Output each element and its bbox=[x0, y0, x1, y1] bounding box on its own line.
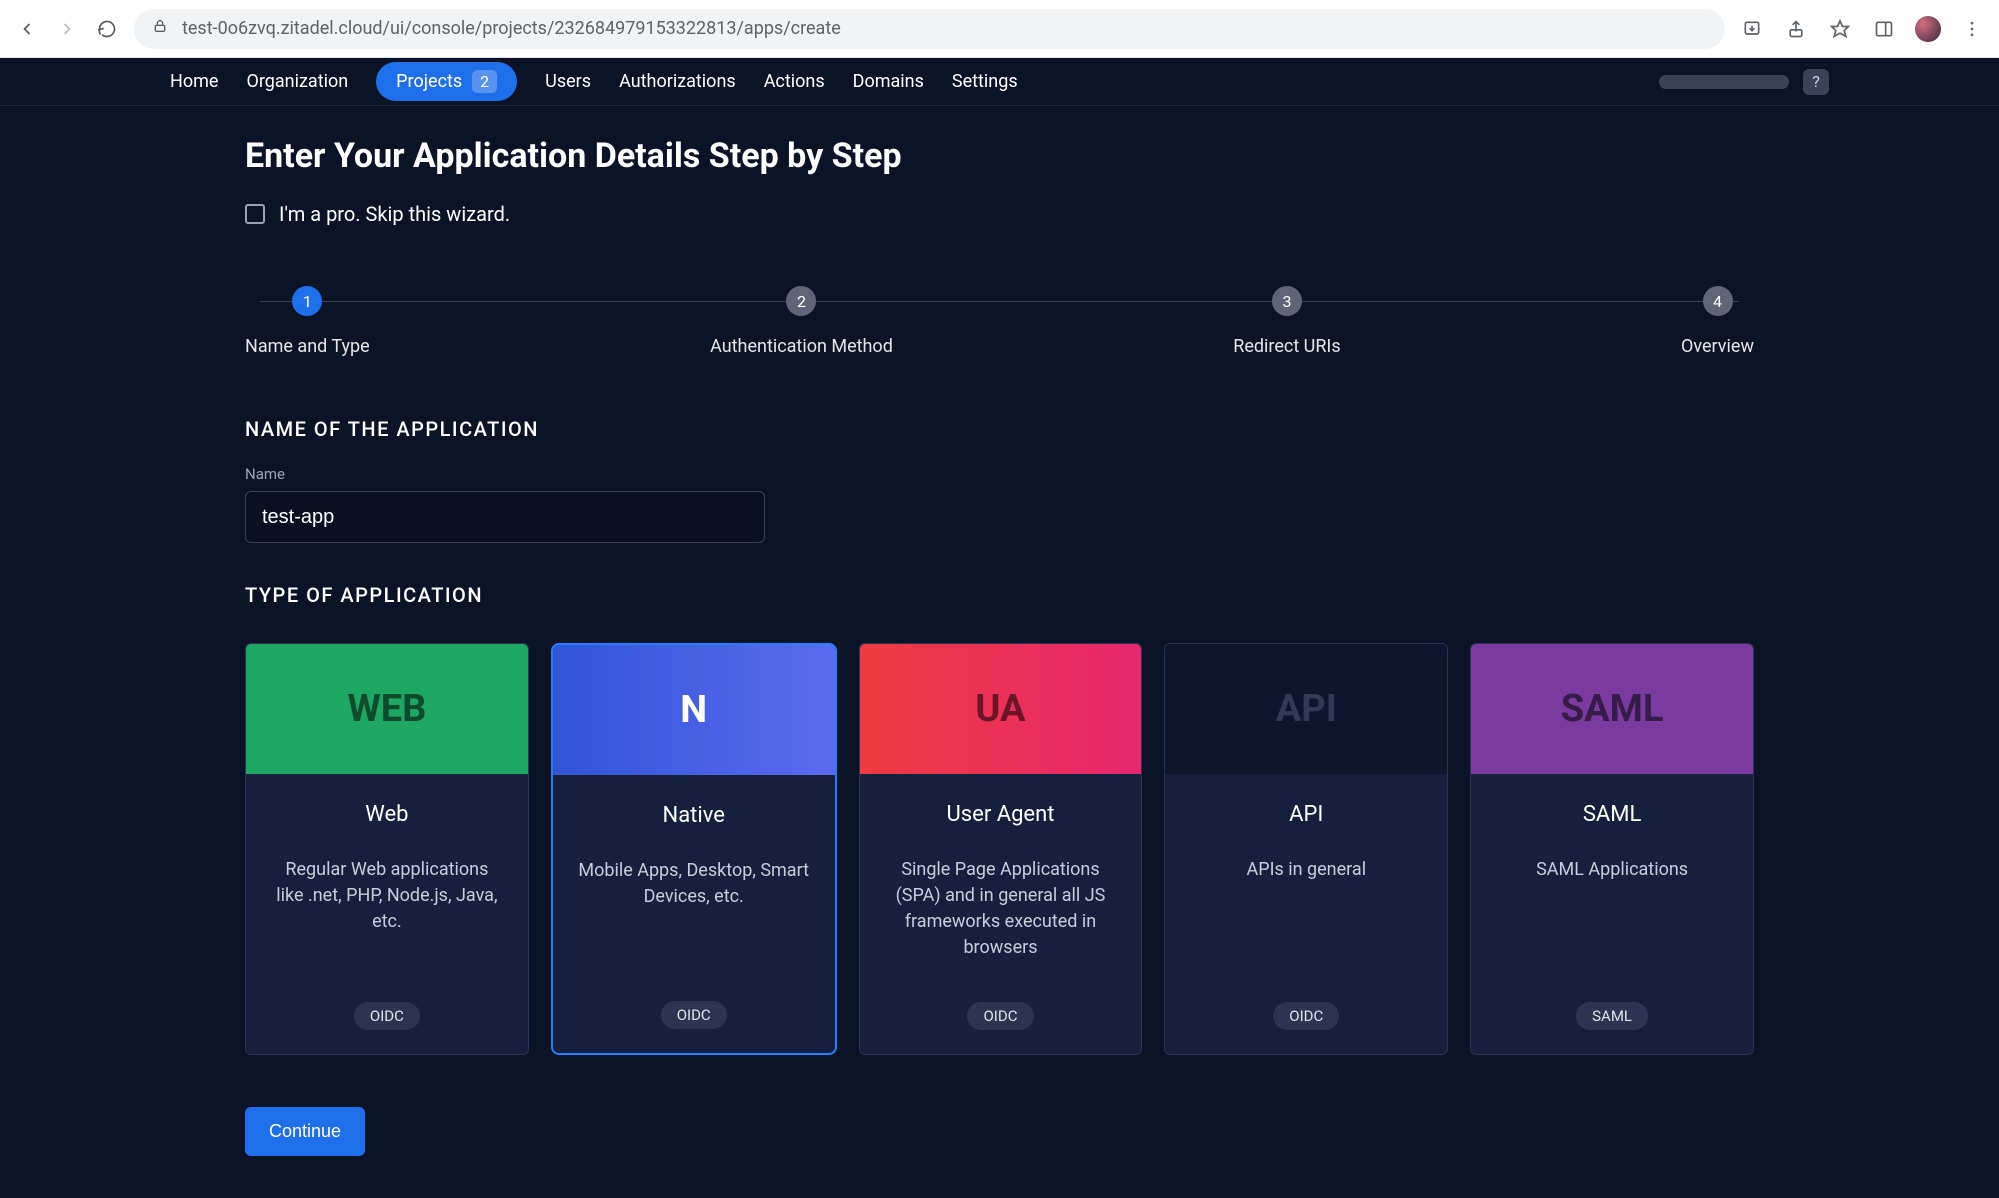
card-title: User Agent bbox=[947, 802, 1055, 827]
skip-wizard-row[interactable]: I'm a pro. Skip this wizard. bbox=[245, 202, 1754, 226]
continue-button[interactable]: Continue bbox=[245, 1107, 365, 1156]
card-description: Single Page Applications (SPA) and in ge… bbox=[884, 857, 1118, 982]
share-icon[interactable] bbox=[1783, 16, 1809, 42]
step-3-label: Redirect URIs bbox=[1233, 336, 1340, 357]
app-type-card-saml[interactable]: SAML SAML SAML Applications SAML bbox=[1470, 643, 1754, 1055]
nav-domains[interactable]: Domains bbox=[853, 61, 924, 102]
panel-icon[interactable] bbox=[1871, 16, 1897, 42]
search-input[interactable] bbox=[1659, 75, 1789, 89]
card-body: User Agent Single Page Applications (SPA)… bbox=[860, 774, 1142, 1054]
step-4-circle: 4 bbox=[1703, 286, 1733, 316]
skip-wizard-checkbox[interactable] bbox=[245, 204, 265, 224]
step-2-circle: 2 bbox=[786, 286, 816, 316]
nav-users[interactable]: Users bbox=[545, 61, 591, 102]
app-nav: Home Organization Projects 2 Users Autho… bbox=[0, 58, 1999, 106]
bookmark-star-icon[interactable] bbox=[1827, 16, 1853, 42]
step-1[interactable]: 1 Name and Type bbox=[245, 286, 370, 357]
name-field-label: Name bbox=[245, 465, 1754, 483]
step-1-circle: 1 bbox=[292, 286, 322, 316]
step-3[interactable]: 3 Redirect URIs bbox=[1233, 286, 1340, 357]
card-body: SAML SAML Applications SAML bbox=[1471, 774, 1753, 1054]
app-name-input[interactable] bbox=[245, 491, 765, 543]
card-header: WEB bbox=[246, 644, 528, 774]
card-header: N bbox=[553, 645, 835, 775]
kebab-menu-icon[interactable] bbox=[1959, 16, 1985, 42]
card-header: SAML bbox=[1471, 644, 1753, 774]
step-3-circle: 3 bbox=[1272, 286, 1302, 316]
nav-projects[interactable]: Projects 2 bbox=[376, 62, 517, 101]
type-section-heading: TYPE OF APPLICATION bbox=[245, 583, 1754, 607]
step-4-label: Overview bbox=[1681, 336, 1754, 357]
lock-icon bbox=[152, 18, 168, 39]
step-2-label: Authentication Method bbox=[710, 336, 893, 357]
card-description: APIs in general bbox=[1246, 857, 1366, 982]
nav-authorizations[interactable]: Authorizations bbox=[619, 61, 736, 102]
skip-wizard-label: I'm a pro. Skip this wizard. bbox=[279, 202, 510, 226]
card-title: Web bbox=[365, 802, 408, 827]
card-protocol-tag: SAML bbox=[1576, 1002, 1648, 1030]
card-title: API bbox=[1289, 802, 1323, 827]
reload-button[interactable] bbox=[94, 16, 120, 42]
help-button[interactable]: ? bbox=[1803, 69, 1829, 95]
card-protocol-tag: OIDC bbox=[661, 1001, 727, 1029]
app-type-cards: WEB Web Regular Web applications like .net… bbox=[245, 643, 1754, 1055]
nav-projects-label: Projects bbox=[396, 71, 462, 92]
app-type-card-native[interactable]: N Native Mobile Apps, Desktop, Smart Devic… bbox=[551, 643, 837, 1055]
profile-avatar[interactable] bbox=[1915, 16, 1941, 42]
card-protocol-tag: OIDC bbox=[1273, 1002, 1339, 1030]
stepper-line bbox=[260, 301, 1739, 302]
nav-actions[interactable]: Actions bbox=[764, 61, 825, 102]
install-icon[interactable] bbox=[1739, 16, 1765, 42]
nav-settings[interactable]: Settings bbox=[952, 61, 1018, 102]
step-2[interactable]: 2 Authentication Method bbox=[710, 286, 893, 357]
browser-right-controls bbox=[1739, 16, 1985, 42]
nav-home[interactable]: Home bbox=[170, 61, 218, 102]
page-title: Enter Your Application Details Step by S… bbox=[245, 136, 1754, 176]
card-body: API APIs in general OIDC bbox=[1165, 774, 1447, 1054]
main-content: Enter Your Application Details Step by S… bbox=[0, 106, 1999, 1156]
card-description: SAML Applications bbox=[1536, 857, 1688, 982]
back-button[interactable] bbox=[14, 16, 40, 42]
card-protocol-tag: OIDC bbox=[967, 1002, 1033, 1030]
step-4[interactable]: 4 Overview bbox=[1681, 286, 1754, 357]
browser-toolbar: test-0o6zvq.zitadel.cloud/ui/console/pro… bbox=[0, 0, 1999, 58]
app-type-card-web[interactable]: WEB Web Regular Web applications like .net… bbox=[245, 643, 529, 1055]
card-header: API bbox=[1165, 644, 1447, 774]
card-header: UA bbox=[860, 644, 1142, 774]
app-type-card-api[interactable]: API API APIs in general OIDC bbox=[1164, 643, 1448, 1055]
step-1-label: Name and Type bbox=[245, 336, 370, 357]
forward-button[interactable] bbox=[54, 16, 80, 42]
wizard-stepper: 1 Name and Type 2 Authentication Method … bbox=[245, 286, 1754, 357]
url-bar[interactable]: test-0o6zvq.zitadel.cloud/ui/console/pro… bbox=[134, 9, 1725, 49]
name-section-heading: NAME OF THE APPLICATION bbox=[245, 417, 1754, 441]
nav-projects-count: 2 bbox=[472, 70, 497, 93]
card-description: Regular Web applications like .net, PHP,… bbox=[270, 857, 504, 982]
nav-organization[interactable]: Organization bbox=[246, 61, 348, 102]
card-title: Native bbox=[663, 803, 725, 828]
card-body: Web Regular Web applications like .net, P… bbox=[246, 774, 528, 1054]
card-protocol-tag: OIDC bbox=[354, 1002, 420, 1030]
card-body: Native Mobile Apps, Desktop, Smart Device… bbox=[553, 775, 835, 1053]
card-description: Mobile Apps, Desktop, Smart Devices, etc… bbox=[577, 858, 811, 981]
url-text: test-0o6zvq.zitadel.cloud/ui/console/pro… bbox=[182, 18, 841, 39]
card-title: SAML bbox=[1583, 802, 1641, 827]
app-type-card-user-agent[interactable]: UA User Agent Single Page Applications (SP… bbox=[859, 643, 1143, 1055]
